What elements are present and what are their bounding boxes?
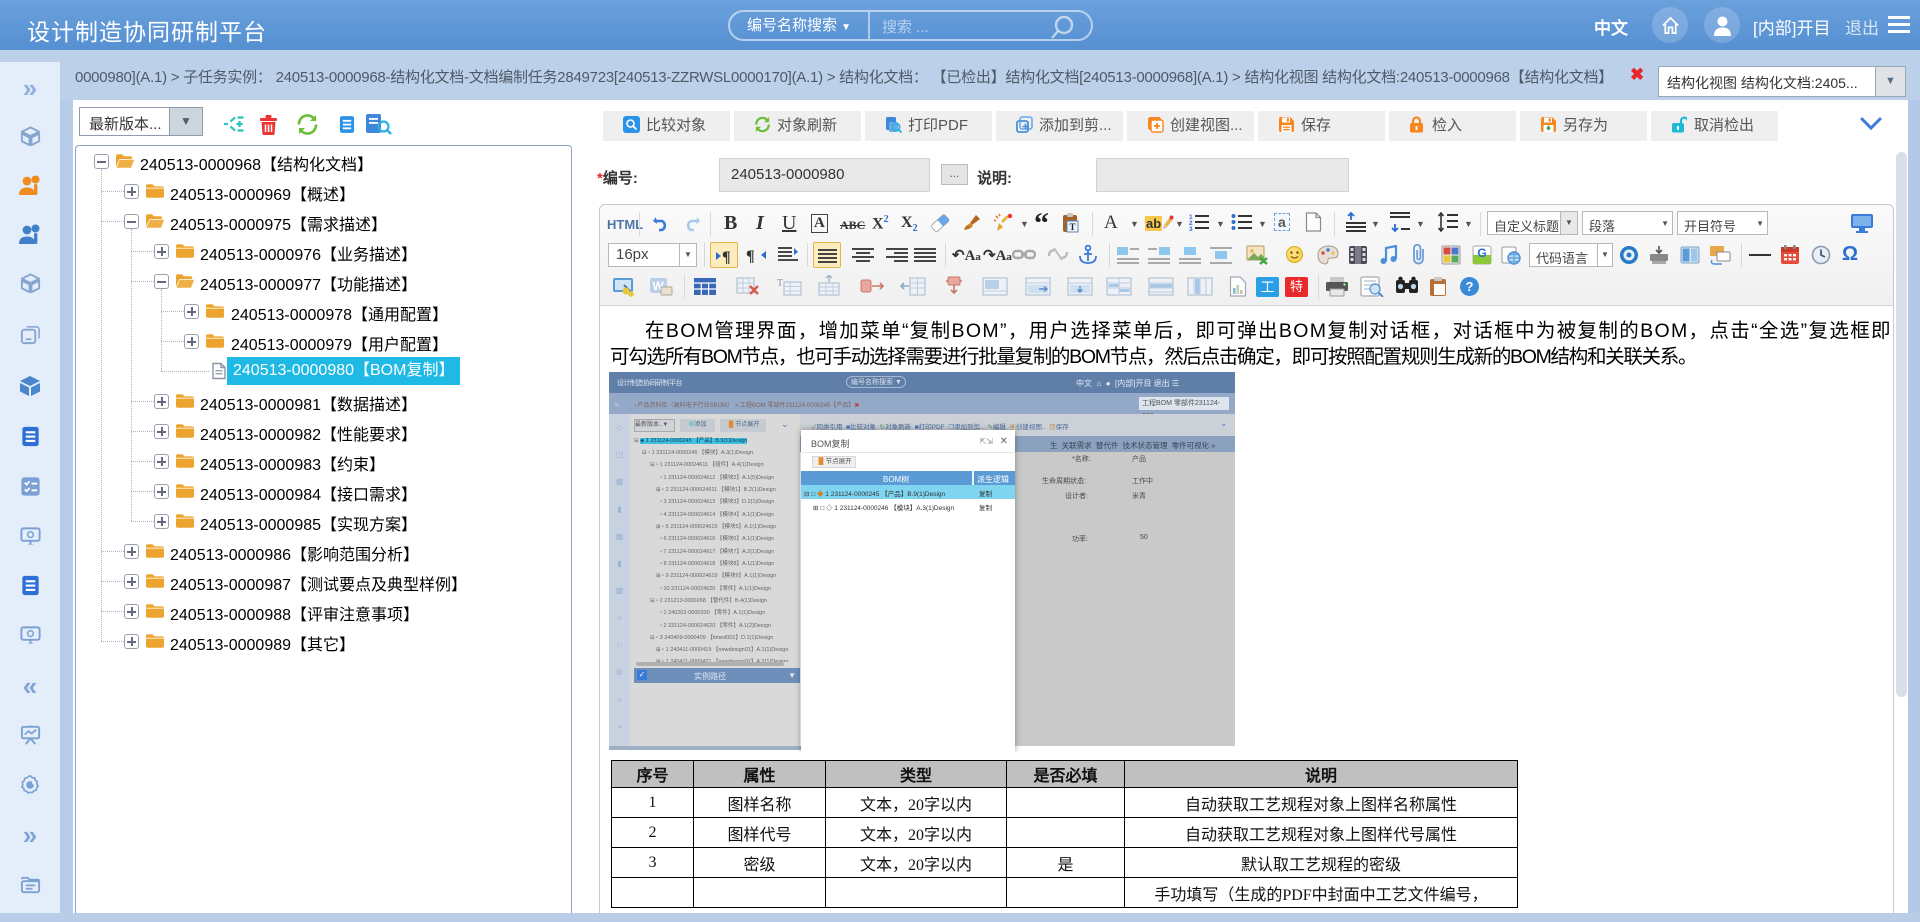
svg-text:¶: ¶ [722, 249, 731, 265]
svg-text:3: 3 [1189, 226, 1193, 231]
svg-text:T: T [1069, 222, 1075, 232]
svg-text:G: G [1477, 246, 1486, 260]
svg-text:?: ? [1466, 279, 1474, 294]
svg-text:T: T [777, 278, 783, 289]
svg-text:¶: ¶ [746, 248, 755, 264]
